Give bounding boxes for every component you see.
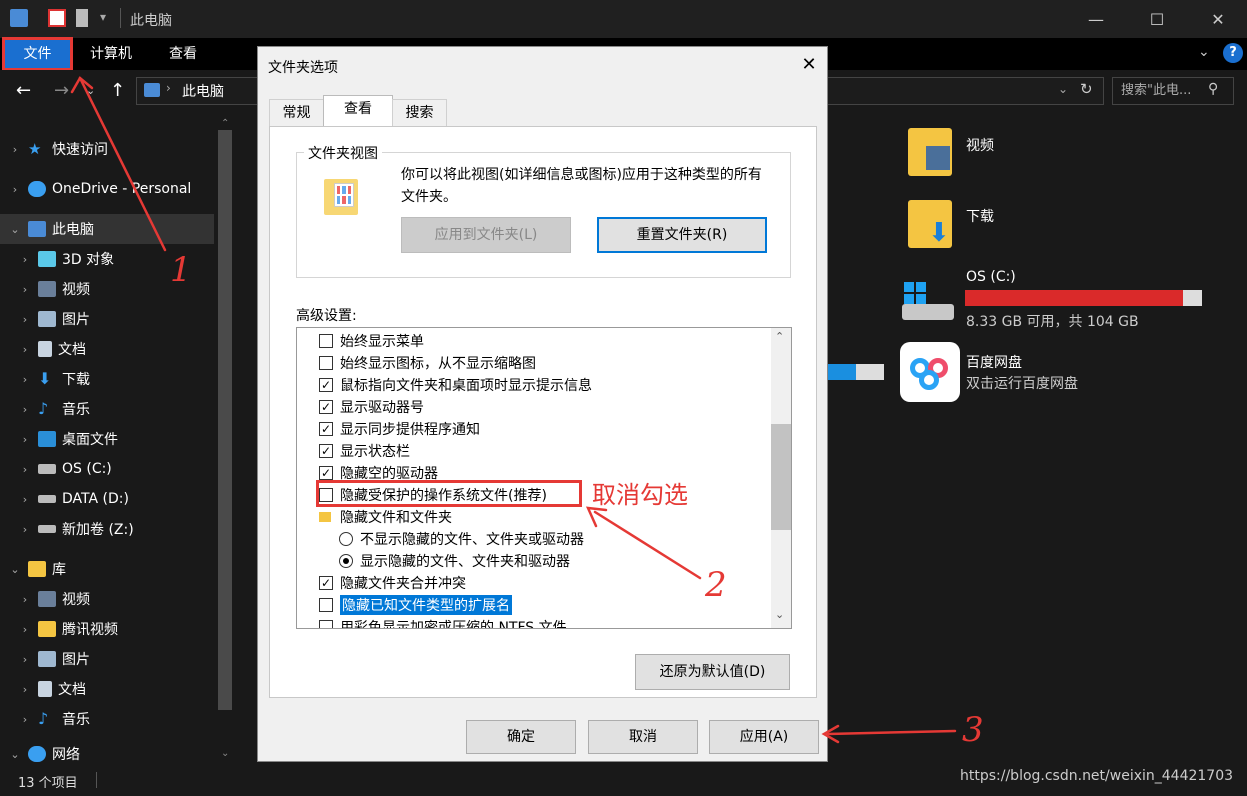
annotation-arrowhead-1 xyxy=(70,76,94,94)
annotation-step-3: 3 xyxy=(962,710,984,750)
annotation-arrow-1 xyxy=(78,76,167,252)
annotation-arrow-3 xyxy=(826,729,957,736)
annotation-layer xyxy=(70,76,957,744)
annotation-arrow-2 xyxy=(593,510,702,580)
annotation-step-1: 1 xyxy=(170,250,192,290)
annotation-step-2: 2 xyxy=(705,565,727,605)
annotation-uncheck-note: 取消勾选 xyxy=(592,481,688,509)
